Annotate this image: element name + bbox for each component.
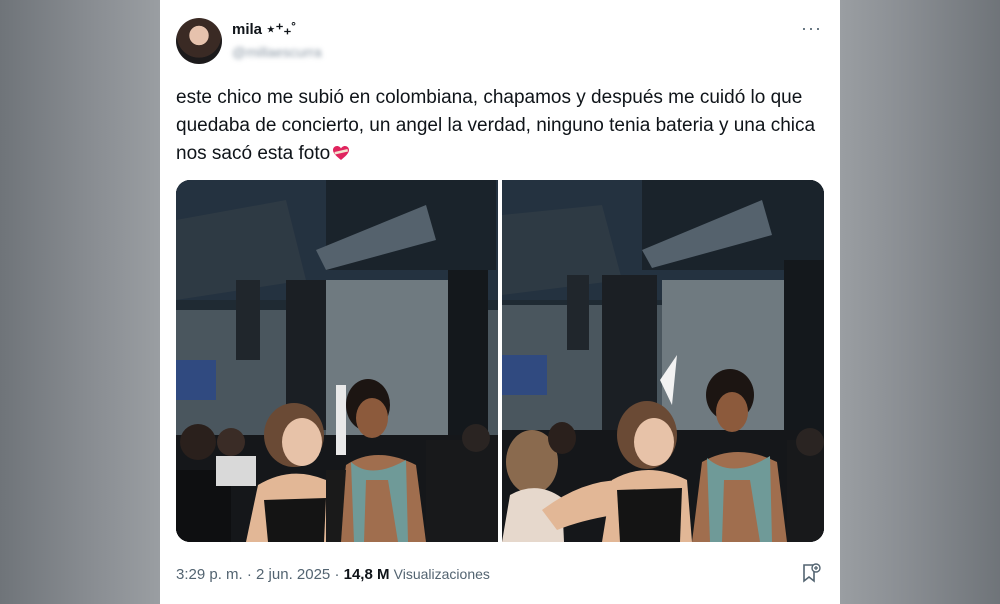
tweet-date[interactable]: 2 jun. 2025 [256, 566, 330, 583]
tweet-time[interactable]: 3:29 p. m. [176, 566, 243, 583]
photo-right[interactable] [502, 180, 824, 542]
avatar[interactable] [176, 18, 222, 64]
photo-left[interactable] [176, 180, 498, 542]
author-handle[interactable]: @millaescurra [232, 44, 322, 60]
tweet-text: este chico me subió en colombiana, chapa… [176, 84, 816, 168]
background-blur-right [840, 0, 1000, 604]
more-options-icon[interactable]: ··· [801, 18, 822, 39]
tweet-card: mila ⋆⁺₊˚ @millaescurra ··· este chico m… [160, 0, 840, 604]
tweet-meta: 3:29 p. m. · 2 jun. 2025 · 14,8 M Visual… [176, 566, 490, 583]
views-count: 14,8 M [343, 566, 390, 583]
background-blur-left [0, 0, 160, 604]
bookmark-icon[interactable] [800, 562, 822, 584]
views-label: Visualizaciones [393, 566, 490, 582]
meta-separator: · [330, 566, 344, 583]
author-name[interactable]: mila ⋆⁺₊˚ [232, 20, 296, 38]
meta-separator: · [242, 566, 257, 583]
tweet-text-body: este chico me subió en colombiana, chapa… [176, 87, 816, 164]
heart-with-bandage-icon [333, 146, 350, 160]
